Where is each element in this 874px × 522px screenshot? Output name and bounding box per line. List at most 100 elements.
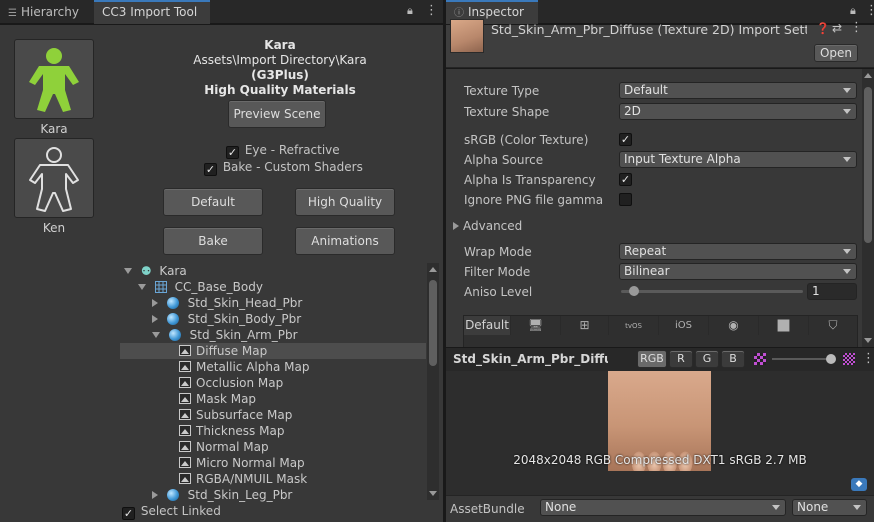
expand-arrow-icon[interactable]: [124, 268, 132, 274]
preset-sliders-icon[interactable]: ⇄: [832, 21, 842, 35]
select-linked-option[interactable]: ✓ Select Linked: [122, 504, 221, 520]
platform-tab-html5[interactable]: ⛉: [809, 316, 857, 335]
default-button[interactable]: Default: [163, 188, 263, 216]
character-card-ken[interactable]: [14, 138, 94, 218]
channel-g-button[interactable]: G: [695, 350, 719, 368]
scroll-down-arrow-icon[interactable]: [429, 491, 437, 496]
high-quality-button[interactable]: High Quality: [295, 188, 395, 216]
collapse-arrow-icon[interactable]: [152, 315, 158, 323]
ignore-png-checkbox[interactable]: [619, 193, 632, 206]
texture-icon: [179, 409, 191, 420]
tree-item-map[interactable]: Subsurface Map: [120, 407, 426, 423]
character-card-kara[interactable]: [14, 39, 94, 119]
advanced-foldout[interactable]: Advanced: [453, 219, 522, 233]
mip-slider-thumb[interactable]: [826, 354, 836, 364]
platform-tab-webgl[interactable]: ◉: [709, 316, 759, 335]
texture-shape-dropdown[interactable]: 2D: [619, 103, 857, 120]
filter-mode-value: Bilinear: [624, 264, 670, 278]
alpha-checker-icon[interactable]: [754, 353, 766, 365]
left-tabbar: ☰ Hierarchy CC3 Import Tool 🔒︎ ⋮: [0, 0, 443, 24]
asset-bundle-label: AssetBundle: [450, 502, 525, 516]
tree-item-root[interactable]: ⚉ Kara: [120, 263, 426, 279]
expand-arrow-icon[interactable]: [152, 332, 160, 338]
tab-hierarchy[interactable]: ☰ Hierarchy: [0, 0, 94, 24]
tab-cc3-import-tool[interactable]: CC3 Import Tool: [94, 0, 210, 24]
srgb-checkbox[interactable]: ✓: [619, 133, 632, 146]
scroll-thumb[interactable]: [429, 280, 437, 366]
platform-tab-android[interactable]: ⬛︎: [759, 316, 809, 335]
tree-item-map[interactable]: Diffuse Map: [120, 343, 426, 359]
foldout-arrow-icon[interactable]: [453, 222, 459, 230]
wrap-mode-value: Repeat: [624, 244, 667, 258]
ios-label: iOS: [675, 320, 692, 331]
tree-scrollbar[interactable]: [427, 263, 439, 500]
preview-scene-button[interactable]: Preview Scene: [228, 100, 326, 128]
animations-button[interactable]: Animations: [295, 227, 395, 255]
asset-label-tag-icon[interactable]: ◆: [851, 478, 867, 491]
scroll-up-arrow-icon[interactable]: [864, 73, 872, 78]
more-vertical-icon[interactable]: ⋮: [850, 20, 863, 35]
filter-mode-dropdown[interactable]: Bilinear: [619, 263, 857, 280]
channel-rgb-button[interactable]: RGB: [637, 350, 667, 368]
ignore-png-label: Ignore PNG file gamma: [464, 193, 604, 207]
tree-item-map[interactable]: RGBA/NMUIL Mask: [120, 471, 426, 487]
alpha-source-dropdown[interactable]: Input Texture Alpha: [619, 151, 857, 168]
aniso-slider[interactable]: [621, 286, 803, 296]
platform-tab-windows[interactable]: ⊞: [561, 316, 609, 335]
tree-item-arm[interactable]: Std_Skin_Arm_Pbr: [120, 327, 426, 343]
scroll-down-arrow-icon[interactable]: [864, 338, 872, 343]
tree-item-map-label: Micro Normal Map: [196, 456, 305, 470]
collapse-arrow-icon[interactable]: [152, 491, 158, 499]
tree-item-map[interactable]: Metallic Alpha Map: [120, 359, 426, 375]
more-vertical-icon[interactable]: ⋮: [862, 351, 874, 366]
asset-bundle-variant-dropdown[interactable]: None: [792, 499, 867, 516]
inspector-scrollbar[interactable]: [862, 69, 874, 347]
lock-icon[interactable]: 🔒︎: [850, 4, 856, 18]
bake-shaders-checkbox[interactable]: ✓: [204, 163, 217, 176]
tree-item-map[interactable]: Occlusion Map: [120, 375, 426, 391]
texture-type-dropdown[interactable]: Default: [619, 82, 857, 99]
more-menu-icon[interactable]: ⋮: [425, 3, 438, 18]
select-linked-checkbox[interactable]: ✓: [122, 507, 135, 520]
tree-item-map[interactable]: Thickness Map: [120, 423, 426, 439]
tree-item-head[interactable]: Std_Skin_Head_Pbr: [120, 295, 426, 311]
eye-refractive-option[interactable]: ✓ Eye - Refractive: [226, 143, 340, 159]
eye-refractive-checkbox[interactable]: ✓: [226, 146, 239, 159]
tree-item-leg[interactable]: Std_Skin_Leg_Pbr: [120, 487, 426, 503]
alpha-transparency-checkbox[interactable]: ✓: [619, 173, 632, 186]
material-sphere-icon: [166, 313, 179, 325]
channel-b-button[interactable]: B: [721, 350, 745, 368]
expand-arrow-icon[interactable]: [138, 284, 146, 290]
wrap-mode-dropdown[interactable]: Repeat: [619, 243, 857, 260]
tree-item-map[interactable]: Mask Map: [120, 391, 426, 407]
dropdown-arrow-icon: [843, 109, 851, 114]
tree-item-skin-body[interactable]: Std_Skin_Body_Pbr: [120, 311, 426, 327]
dropdown-arrow-icon: [843, 88, 851, 93]
import-character-name: Kara: [264, 38, 296, 52]
aniso-level-input[interactable]: 1: [807, 283, 857, 300]
bake-button[interactable]: Bake: [163, 227, 263, 255]
more-menu-icon[interactable]: ⋮: [865, 3, 874, 18]
tree-item-skin-body-label: Std_Skin_Body_Pbr: [187, 312, 302, 326]
lock-icon[interactable]: 🔒︎: [407, 4, 413, 18]
texture-shape-value: 2D: [624, 104, 641, 118]
scroll-thumb[interactable]: [864, 87, 872, 243]
asset-bundle-dropdown[interactable]: None: [540, 499, 786, 516]
mip-checker-icon[interactable]: [843, 353, 855, 365]
tree-item-map[interactable]: Micro Normal Map: [120, 455, 426, 471]
channel-r-button[interactable]: R: [669, 350, 693, 368]
tree-item-body[interactable]: CC_Base_Body: [120, 279, 426, 295]
bake-shaders-option[interactable]: ✓ Bake - Custom Shaders: [204, 160, 363, 176]
help-icon[interactable]: ❓: [816, 22, 830, 35]
scroll-up-arrow-icon[interactable]: [429, 267, 437, 272]
platform-tab-tvos[interactable]: tvOS: [609, 316, 659, 335]
platform-tab-ios[interactable]: iOS: [659, 316, 709, 335]
tree-item-map-label: Thickness Map: [196, 424, 285, 438]
tree-item-map[interactable]: Normal Map: [120, 439, 426, 455]
open-button[interactable]: Open: [814, 44, 858, 62]
mip-slider[interactable]: [772, 354, 836, 364]
platform-tab-standalone[interactable]: 🖥︎: [511, 316, 561, 335]
platform-tab-default[interactable]: Default: [464, 316, 511, 335]
collapse-arrow-icon[interactable]: [152, 299, 158, 307]
aniso-slider-thumb[interactable]: [629, 286, 639, 296]
